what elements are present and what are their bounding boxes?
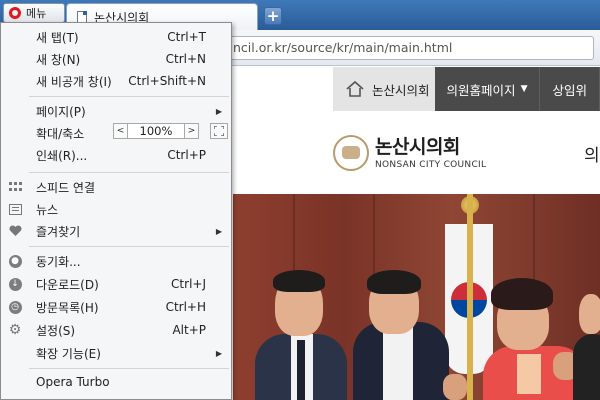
chevron-down-icon: ▼ bbox=[520, 84, 528, 94]
zoom-level: 100% bbox=[128, 123, 184, 139]
menu-item-speed-dial[interactable]: 스피드 연결 bbox=[1, 176, 231, 198]
submenu-arrow-icon: ▶ bbox=[215, 348, 222, 358]
shirt bbox=[383, 324, 413, 400]
fullscreen-icon bbox=[214, 126, 224, 136]
site-logo[interactable]: 논산시의회 NONSAN CITY COUNCIL bbox=[333, 135, 486, 171]
download-icon: ↓ bbox=[8, 277, 22, 291]
fist bbox=[443, 374, 467, 400]
header-right-text: 의 bbox=[584, 146, 600, 166]
neck bbox=[517, 354, 541, 394]
zoom-in-button[interactable]: > bbox=[184, 123, 199, 139]
menu-item-new-window[interactable]: 새 창(N) Ctrl+N bbox=[1, 48, 231, 70]
nav-home[interactable]: 논산시의회 bbox=[333, 67, 435, 111]
menu-item-new-tab[interactable]: 새 탭(T) Ctrl+T bbox=[1, 26, 231, 48]
home-icon bbox=[346, 80, 364, 97]
menu-button-label: 메뉴 bbox=[26, 7, 47, 20]
hair bbox=[491, 278, 553, 310]
menu-item-sync[interactable]: ● 동기화... bbox=[1, 250, 231, 272]
opera-menu-button[interactable]: 메뉴 bbox=[3, 3, 65, 23]
opera-main-menu: 새 탭(T) Ctrl+T 새 창(N) Ctrl+N 새 비공개 창(I) C… bbox=[0, 22, 232, 400]
menu-item-new-private-window[interactable]: 새 비공개 창(I) Ctrl+Shift+N bbox=[1, 70, 231, 92]
menu-separator bbox=[29, 172, 229, 173]
nav-item-member-homepage[interactable]: 의원홈페이지 ▼ bbox=[435, 67, 541, 111]
head bbox=[579, 294, 600, 334]
hair bbox=[273, 270, 325, 292]
site-nav: 논산시의회 의원홈페이지 ▼ 상임위 bbox=[333, 67, 600, 111]
menu-item-downloads[interactable]: ↓ 다운로드(D) Ctrl+J bbox=[1, 273, 231, 295]
menu-item-history[interactable]: ◷ 방문목록(H) Ctrl+H bbox=[1, 296, 231, 318]
menu-item-page[interactable]: 페이지(P) ▶ bbox=[1, 100, 231, 122]
gear-icon: ⚙ bbox=[8, 322, 22, 338]
menu-item-opera-turbo[interactable]: Opera Turbo bbox=[1, 371, 231, 393]
nav-item-label: 의원홈페이지 bbox=[446, 82, 516, 98]
nav-item-label: 상임위 bbox=[552, 82, 587, 98]
main-banner-photo bbox=[233, 194, 600, 400]
person-4 bbox=[573, 334, 600, 400]
sync-icon: ● bbox=[8, 254, 22, 268]
nav-item-committee[interactable]: 상임위 bbox=[540, 67, 600, 111]
address-field[interactable]: ncil.or.kr/source/kr/main/main.html bbox=[228, 36, 594, 60]
tie bbox=[297, 340, 305, 400]
submenu-arrow-icon: ▶ bbox=[215, 106, 222, 116]
heart-icon bbox=[8, 224, 22, 238]
menu-item-bookmarks[interactable]: 즐겨찾기 ▶ bbox=[1, 220, 231, 242]
nav-home-label: 논산시의회 bbox=[372, 82, 430, 98]
history-icon: ◷ bbox=[8, 300, 22, 314]
news-icon bbox=[8, 202, 22, 216]
logo-name-ko: 논산시의회 bbox=[375, 136, 460, 158]
menu-item-print[interactable]: 인쇄(R)... Ctrl+P bbox=[1, 144, 231, 166]
opera-logo-icon bbox=[9, 7, 21, 19]
menu-item-extensions[interactable]: 확장 기능(E) ▶ bbox=[1, 342, 231, 364]
council-seal-icon bbox=[333, 135, 369, 171]
zoom-control: < 100% > bbox=[113, 123, 228, 139]
speed-dial-icon bbox=[8, 180, 22, 194]
menu-item-news[interactable]: 뉴스 bbox=[1, 198, 231, 220]
menu-item-settings[interactable]: ⚙ 설정(S) Alt+P bbox=[1, 319, 231, 341]
fullscreen-button[interactable] bbox=[210, 123, 228, 139]
logo-name-en: NONSAN CITY COUNCIL bbox=[375, 160, 487, 170]
hair bbox=[367, 270, 421, 294]
menu-separator bbox=[29, 96, 229, 97]
menu-separator bbox=[29, 246, 229, 247]
menu-separator bbox=[29, 368, 229, 369]
submenu-arrow-icon: ▶ bbox=[215, 226, 222, 236]
new-tab-button[interactable]: + bbox=[264, 7, 282, 25]
zoom-out-button[interactable]: < bbox=[113, 123, 128, 139]
flag-pole bbox=[467, 194, 473, 400]
